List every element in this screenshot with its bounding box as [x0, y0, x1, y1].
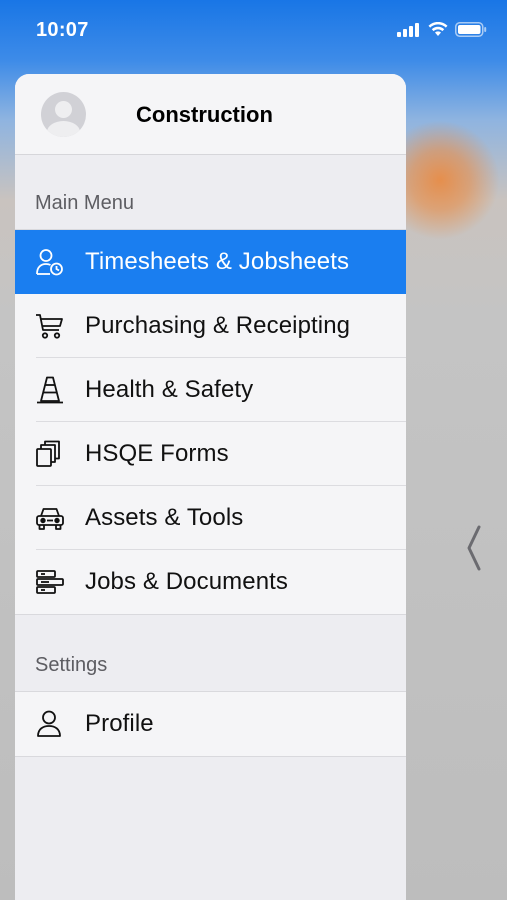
- signal-icon: [397, 22, 419, 37]
- menu-item-assets-tools[interactable]: Assets & Tools: [15, 486, 406, 550]
- status-icons: [397, 22, 487, 37]
- battery-icon: [455, 22, 487, 37]
- menu-item-purchasing-receipting[interactable]: Purchasing & Receipting: [15, 294, 406, 358]
- status-time: 10:07: [36, 19, 89, 41]
- chevron-left-icon[interactable]: [464, 524, 484, 572]
- settings-list: Profile: [15, 691, 406, 757]
- menu-item-label: Timesheets & Jobsheets: [85, 248, 350, 275]
- menu-item-label: Health & Safety: [85, 376, 254, 403]
- menu-item-jobs-documents[interactable]: Jobs & Documents: [15, 550, 406, 614]
- menu-item-label: Profile: [85, 710, 154, 737]
- main-menu-label: Main Menu: [35, 192, 134, 214]
- menu-item-timesheets-jobsheets[interactable]: Timesheets & Jobsheets: [15, 230, 406, 294]
- menu-item-profile[interactable]: Profile: [15, 692, 406, 756]
- status-bar: 10:07: [0, 0, 507, 64]
- menu-item-label: Jobs & Documents: [85, 568, 289, 595]
- user-clock-icon: [36, 249, 63, 276]
- menu-item-hsqe-forms[interactable]: HSQE Forms: [15, 422, 406, 486]
- main-menu-list: Timesheets & Jobsheets Purchasing & Rece…: [15, 229, 406, 615]
- menu-item-label: Purchasing & Receipting: [85, 312, 351, 339]
- settings-label: Settings: [35, 654, 108, 676]
- cart-icon: [36, 314, 63, 339]
- drawer-title: Construction: [136, 102, 273, 127]
- wifi-icon: [428, 22, 448, 36]
- side-drawer: Construction Main Menu Timesheets & Jobs…: [15, 74, 406, 900]
- car-icon: [36, 508, 64, 530]
- menu-item-label: Assets & Tools: [85, 504, 244, 531]
- menu-item-label: HSQE Forms: [85, 440, 229, 467]
- layers-icon: [36, 570, 64, 594]
- user-icon: [37, 710, 61, 737]
- settings-section-header: Settings: [15, 615, 406, 691]
- traffic-cone-icon: [37, 376, 63, 404]
- menu-item-health-safety[interactable]: Health & Safety: [15, 358, 406, 422]
- copy-icon: [36, 440, 60, 467]
- main-menu-section-header: Main Menu: [15, 155, 406, 229]
- avatar[interactable]: [41, 92, 86, 137]
- drawer-header: Construction: [15, 74, 406, 155]
